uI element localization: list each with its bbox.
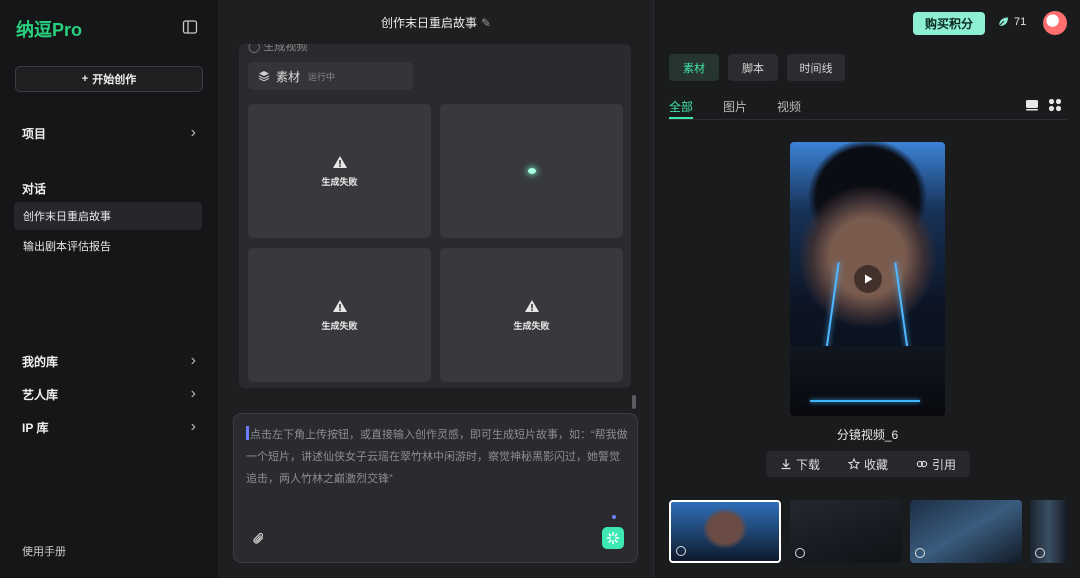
favorite-label: 收藏 [863, 457, 888, 472]
play-icon [915, 548, 925, 558]
download-button[interactable]: 下载 [780, 456, 820, 473]
conversation-title-text: 创作末日重启故事 [380, 16, 477, 30]
conversations-label: 对话 [22, 182, 47, 196]
prompt-input[interactable]: 点击左下角上传按钮，或直接输入创作灵感，即可生成短片故事，如：“帮我做一个短片，… [246, 424, 630, 490]
buy-credits-button[interactable]: 购买积分 [913, 12, 985, 35]
asset-tag-label: 素材 [276, 69, 301, 84]
tab-script[interactable]: 脚本 [728, 54, 778, 81]
preview-body [790, 346, 945, 416]
generation-cell-failed[interactable]: 生成失败 [248, 248, 431, 382]
star-icon [847, 458, 860, 470]
generation-cell-failed[interactable]: 生成失败 [440, 248, 623, 382]
status-dot [612, 515, 616, 519]
my-library-label: 我的库 [22, 354, 59, 369]
chevron-right-icon: › [190, 418, 196, 435]
projects-label: 项目 [22, 126, 47, 141]
thumbnail-item[interactable] [790, 500, 902, 563]
sidebar-item-projects[interactable]: 项目 › [22, 124, 196, 142]
favorite-button[interactable]: 收藏 [847, 456, 888, 473]
link-icon [916, 460, 928, 468]
generate-video-text: 生成视频 [263, 44, 308, 53]
filter-all[interactable]: 全部 [669, 98, 693, 115]
filter-videos[interactable]: 视频 [777, 98, 801, 115]
edit-icon[interactable]: ✎ [481, 16, 491, 30]
generate-video-line: ◯ 生成视频 [248, 44, 307, 54]
prompt-input-box[interactable]: 点击左下角上传按钮，或直接输入创作灵感，即可生成短片故事，如：“帮我做一个短片，… [233, 413, 638, 563]
cite-label: 引用 [931, 457, 956, 472]
play-icon [676, 546, 686, 556]
chevron-right-icon: › [190, 352, 196, 369]
sidebar-item-ip-library[interactable]: IP 库 › [22, 418, 196, 436]
sidebar-item-artist-library[interactable]: 艺人库 › [22, 385, 196, 403]
user-manual-link[interactable]: 使用手册 [22, 543, 66, 559]
play-icon [795, 548, 805, 558]
spinner-icon [606, 531, 620, 545]
layers-icon [258, 71, 270, 82]
asset-status-tag: 素材 运行中 [248, 62, 413, 90]
thumbnail-item[interactable] [669, 500, 781, 563]
preview-caption: 分镜视频_6 [836, 428, 899, 442]
chat-panel: 创作末日重启故事 ✎ ◯ 生成视频 素材 运行中 生成失败 生成失败 生成失败 点… [218, 0, 654, 578]
tab-timeline[interactable]: 时间线 [787, 54, 845, 81]
scrollbar-thumb[interactable] [632, 395, 636, 409]
play-icon[interactable] [854, 265, 882, 293]
conversations-heading: 对话 [22, 180, 196, 197]
thumbnail-item[interactable] [910, 500, 1022, 563]
generation-cell-loading[interactable] [440, 104, 623, 238]
generation-failed-label: 生成失败 [321, 176, 358, 187]
loading-indicator [527, 168, 536, 174]
download-label: 下载 [795, 457, 820, 472]
start-creation-label: 开始创作 [92, 74, 137, 86]
avatar[interactable] [1043, 11, 1067, 35]
text-caret [246, 426, 249, 440]
conversation-item[interactable]: 输出剧本评估报告 [14, 232, 202, 260]
generation-failed-label: 生成失败 [321, 320, 358, 331]
warning-icon [332, 299, 347, 312]
glow-line [810, 400, 920, 402]
cite-button[interactable]: 引用 [916, 456, 956, 473]
active-tab-indicator [669, 117, 693, 119]
video-preview[interactable] [790, 142, 945, 416]
attach-icon[interactable] [252, 532, 266, 549]
plus-icon: + [81, 73, 89, 85]
single-view-icon[interactable] [1025, 98, 1039, 115]
prompt-placeholder: 点击左下角上传按钮，或直接输入创作灵感，即可生成短片故事，如：“帮我做一个短片，… [246, 429, 628, 485]
app-logo: 纳逗Pro [16, 20, 83, 40]
asset-panel: 购买积分 71 素材 脚本 时间线 全部 图片 视频 分镜视频_6 下载 收藏 [655, 0, 1080, 578]
play-icon [1035, 548, 1045, 558]
generation-failed-label: 生成失败 [513, 320, 550, 331]
warning-icon [332, 155, 347, 168]
warning-icon [524, 299, 539, 312]
sidebar: 纳逗Pro + 开始创作 项目 › 对话 创作末日重启故事 输出剧本评估报告 我… [0, 0, 218, 578]
start-creation-button[interactable]: + 开始创作 [15, 66, 203, 92]
leaf-icon [998, 17, 1008, 27]
running-status: 运行中 [308, 71, 336, 82]
tab-assets[interactable]: 素材 [669, 54, 719, 81]
sidebar-item-my-library[interactable]: 我的库 › [22, 352, 196, 370]
chevron-right-icon: › [190, 385, 196, 402]
tab-divider [669, 119, 1067, 120]
filter-images[interactable]: 图片 [723, 98, 747, 115]
conversation-item[interactable]: 创作末日重启故事 [14, 202, 202, 230]
download-icon [781, 459, 791, 470]
thumbnail-item[interactable] [1030, 500, 1068, 563]
credits-value: 71 [1014, 16, 1027, 28]
generate-button[interactable] [602, 527, 624, 549]
artist-library-label: 艺人库 [22, 387, 59, 402]
chevron-right-icon: › [190, 124, 196, 141]
generation-panel: ◯ 生成视频 素材 运行中 生成失败 生成失败 生成失败 [239, 44, 631, 388]
asset-action-bar: 下载 收藏 引用 [766, 451, 970, 477]
grid-view-icon[interactable] [1048, 98, 1062, 115]
credits-balance: 71 [997, 16, 1026, 28]
ip-library-label: IP 库 [22, 420, 49, 435]
sidebar-toggle-icon[interactable] [182, 19, 198, 38]
generation-cell-failed[interactable]: 生成失败 [248, 104, 431, 238]
conversation-title[interactable]: 创作末日重启故事 ✎ [218, 14, 654, 31]
